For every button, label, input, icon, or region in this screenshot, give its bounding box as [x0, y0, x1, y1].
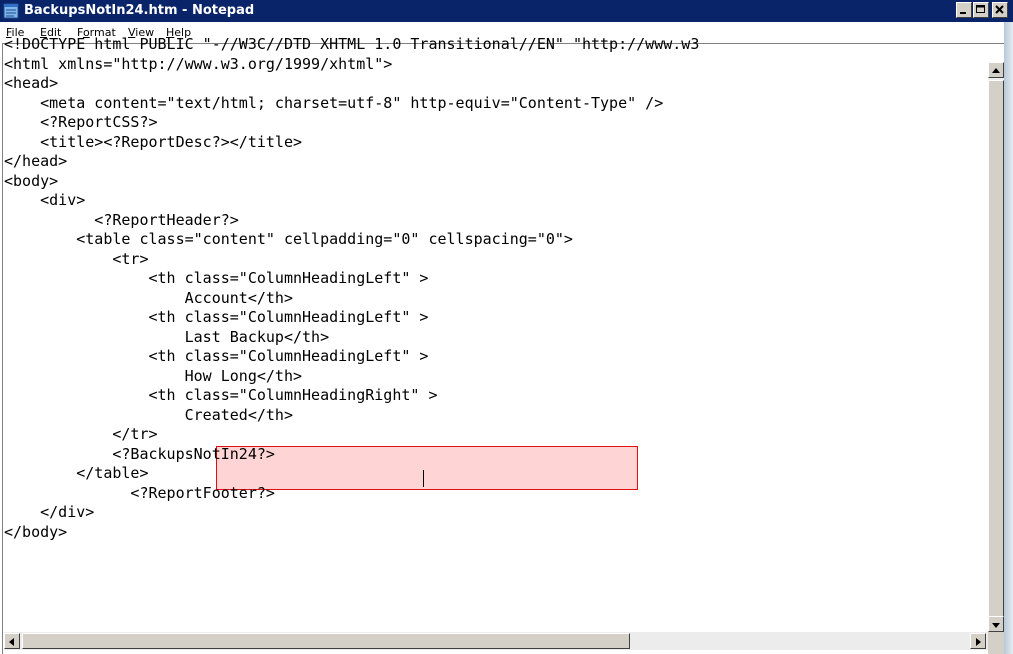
maximize-icon: [976, 5, 985, 13]
code-line: Account</th>: [4, 288, 293, 307]
code-line: <th class="ColumnHeadingLeft" >: [4, 269, 429, 287]
code-line: <meta content="text/html; charset=utf-8"…: [4, 93, 664, 112]
scroll-up-button[interactable]: [988, 62, 1004, 78]
close-button[interactable]: [992, 2, 1008, 18]
code-line: <th class="ColumnHeadingLeft" >: [4, 308, 429, 326]
text-caret: [423, 470, 424, 487]
close-icon: [995, 5, 1004, 14]
arrow-up-icon: [992, 68, 1000, 73]
code-line: </div>: [4, 503, 95, 521]
code-line: <title><?ReportDesc?></title>: [4, 132, 303, 151]
code-line: <th class="ColumnHeadingLeft" >: [4, 347, 429, 365]
code-line: <?ReportHeader?>: [4, 210, 239, 229]
code-line: </table>: [4, 464, 149, 482]
scroll-right-button[interactable]: [970, 633, 986, 649]
code-line: <th class="ColumnHeadingRight" >: [4, 386, 438, 404]
arrow-right-icon: [976, 638, 981, 646]
minimize-button[interactable]: [956, 2, 972, 18]
code-line: <html xmlns="http://www.w3.org/1999/xhtm…: [4, 54, 393, 73]
text-editor[interactable]: <!DOCTYPE html PUBLIC "-//W3C//DTD XHTML…: [4, 35, 699, 542]
code-line: <body>: [4, 171, 59, 190]
code-line: <!DOCTYPE html PUBLIC "-//W3C//DTD XHTML…: [4, 35, 700, 53]
horizontal-scroll-thumb[interactable]: [22, 633, 630, 649]
code-line: </tr>: [4, 425, 158, 443]
horizontal-scrollbar[interactable]: [4, 632, 988, 650]
code-line: </head>: [4, 152, 68, 170]
arrow-down-icon: [992, 623, 1000, 628]
vertical-scroll-thumb[interactable]: [988, 80, 1004, 632]
code-line: <tr>: [4, 249, 149, 268]
code-line: <table class="content" cellpadding="0" c…: [4, 230, 573, 248]
scroll-down-button[interactable]: [988, 616, 1004, 632]
notepad-icon[interactable]: [3, 3, 20, 19]
notepad-window: BackupsNotIn24.htm - Notepad File Edit F…: [0, 0, 1013, 654]
maximize-button[interactable]: [973, 2, 989, 18]
code-line: <head>: [4, 74, 59, 92]
code-line: <?BackupsNotIn24?>: [4, 444, 275, 463]
code-line: <div>: [4, 191, 86, 209]
code-line: </body>: [4, 522, 68, 541]
code-line: Created</th>: [4, 405, 293, 424]
title-bar[interactable]: BackupsNotIn24.htm - Notepad: [0, 0, 1013, 22]
window-edge-shadow: [1004, 22, 1013, 654]
code-line: How Long</th>: [4, 366, 303, 385]
vertical-scrollbar[interactable]: [988, 62, 1004, 632]
minimize-icon: [960, 12, 966, 14]
code-line: <?ReportCSS?>: [4, 113, 158, 131]
code-line: Last Backup</th>: [4, 327, 330, 346]
code-line: <?ReportFooter?>: [4, 483, 275, 502]
arrow-left-icon: [9, 638, 14, 646]
window-title: BackupsNotIn24.htm - Notepad: [24, 3, 255, 18]
scroll-left-button[interactable]: [4, 633, 20, 649]
